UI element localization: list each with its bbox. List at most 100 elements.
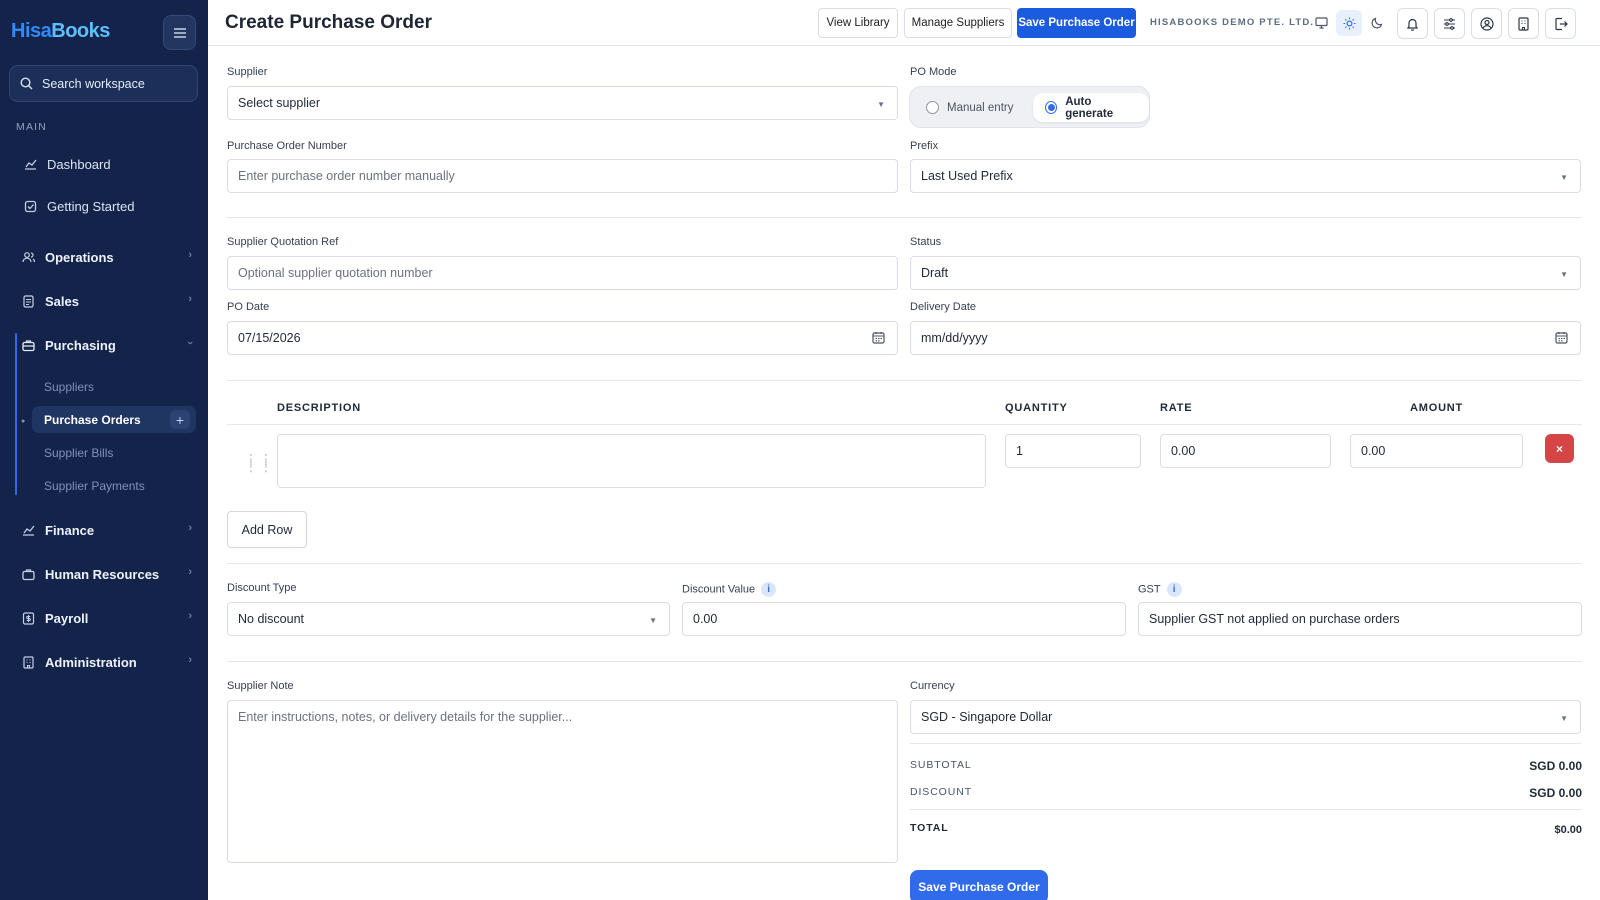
sidebar-item-operations[interactable]: Operations ›	[22, 245, 192, 269]
sidebar-item-human-resources[interactable]: Human Resources ›	[22, 562, 192, 586]
company-switch-button[interactable]	[1508, 8, 1539, 39]
sidebar-item-payroll[interactable]: Payroll ›	[22, 606, 192, 630]
status-label: Status	[910, 236, 942, 248]
po-mode-manual[interactable]: Manual entry	[914, 93, 1025, 122]
sidebar-item-sales[interactable]: Sales ›	[22, 289, 192, 313]
delivery-date-field[interactable]: mm/dd/yyyy	[910, 321, 1581, 355]
sidebar-item-label: Administration	[45, 654, 137, 670]
radio-auto[interactable]	[1045, 101, 1058, 114]
chevron-right-icon: ›	[188, 610, 192, 622]
search-input[interactable]	[42, 76, 182, 91]
bell-icon	[1406, 18, 1419, 31]
sidebar-sub-supplier-payments[interactable]: Supplier Payments	[44, 479, 145, 493]
company-name: HISABOOKS DEMO PTE. LTD.	[1150, 17, 1315, 28]
sun-icon	[1343, 17, 1355, 29]
discount-total-value: SGD 0.00	[1529, 786, 1582, 800]
sidebar-item-administration[interactable]: Administration ›	[22, 650, 192, 674]
po-date-field[interactable]: 07/15/2026	[227, 321, 898, 355]
quotation-input[interactable]	[238, 266, 897, 280]
menu-toggle-button[interactable]	[163, 15, 196, 50]
line-rate-field[interactable]: 0.00	[1160, 434, 1331, 468]
manage-suppliers-button[interactable]: Manage Suppliers	[904, 8, 1012, 38]
settings-sliders-button[interactable]	[1434, 8, 1465, 39]
line-description-input[interactable]	[288, 443, 985, 479]
po-mode-auto[interactable]: Auto generate	[1033, 93, 1149, 122]
supplier-note-input[interactable]	[238, 710, 897, 855]
quotation-field[interactable]	[227, 256, 898, 290]
calendar-icon[interactable]	[1555, 331, 1568, 347]
gst-field: Supplier GST not applied on purchase ord…	[1138, 602, 1582, 636]
po-number-input[interactable]	[238, 169, 897, 183]
active-dot-icon: ●	[21, 418, 26, 425]
sidebar-item-label: Getting Started	[47, 198, 135, 214]
subtotal-label: SUBTOTAL	[910, 759, 972, 771]
hamburger-icon	[173, 27, 186, 38]
add-row-button[interactable]: Add Row	[227, 511, 307, 548]
chevron-down-icon: ›	[184, 341, 197, 345]
items-header-divider	[227, 424, 1582, 425]
totals-divider	[910, 743, 1581, 744]
currency-select[interactable]: SGD - Singapore Dollar ▼	[910, 700, 1581, 734]
currency-value: SGD - Singapore Dollar	[921, 710, 1053, 724]
section-divider	[227, 563, 1582, 564]
sidebar-sub-purchase-orders[interactable]: Purchase Orders +	[32, 406, 196, 433]
theme-dark-button[interactable]	[1364, 10, 1390, 36]
sidebar-item-label: Human Resources	[45, 566, 160, 582]
discount-value-label-wrap: Discount Value i	[682, 582, 777, 597]
prefix-select[interactable]: Last Used Prefix ▼	[910, 159, 1581, 193]
supplier-note-field[interactable]	[227, 700, 898, 863]
gst-label-wrap: GST i	[1138, 582, 1182, 597]
profile-button[interactable]	[1471, 8, 1502, 39]
theme-light-button[interactable]	[1336, 10, 1362, 36]
info-icon[interactable]: i	[1166, 582, 1182, 597]
line-amount-field[interactable]: 0.00	[1350, 434, 1523, 468]
radio-manual[interactable]	[926, 101, 939, 114]
sidebar-sub-label: Purchase Orders	[44, 412, 141, 427]
brand-part-1: Hisa	[11, 20, 52, 42]
top-header: Create Purchase Order View Library Manag…	[208, 0, 1600, 46]
view-library-button[interactable]: View Library	[818, 8, 898, 38]
active-section-indicator	[15, 333, 17, 495]
brand-part-2: Books	[51, 20, 110, 42]
discount-total-label: DISCOUNT	[910, 786, 973, 798]
discount-value-field[interactable]: 0.00	[682, 602, 1126, 636]
po-mode-toggle: Manual entry Auto generate	[909, 86, 1150, 128]
line-description-field[interactable]	[277, 434, 986, 488]
sidebar-item-purchasing[interactable]: Purchasing ›	[22, 333, 196, 357]
save-purchase-order-button[interactable]: Save Purchase Order	[1017, 8, 1136, 38]
po-mode-label: PO Mode	[910, 66, 957, 78]
delete-row-button[interactable]: ×	[1545, 434, 1574, 463]
supplier-select[interactable]: Select supplier ▼	[227, 86, 898, 120]
section-label-main: MAIN	[16, 121, 48, 133]
building-icon	[23, 655, 34, 669]
building-icon	[1518, 16, 1529, 31]
calendar-icon[interactable]	[872, 331, 885, 347]
save-purchase-order-bottom-button[interactable]: Save Purchase Order	[910, 870, 1048, 900]
sidebar-sub-suppliers[interactable]: Suppliers	[44, 380, 94, 394]
sidebar-item-finance[interactable]: Finance ›	[22, 518, 192, 542]
brand-logo[interactable]: HisaBooks	[11, 20, 110, 43]
notifications-button[interactable]	[1397, 8, 1428, 39]
page-title: Create Purchase Order	[225, 12, 432, 33]
discount-type-select[interactable]: No discount ▼	[227, 602, 670, 636]
sidebar-search[interactable]	[9, 65, 198, 102]
prefix-label: Prefix	[910, 140, 939, 152]
status-select[interactable]: Draft ▼	[910, 256, 1581, 290]
supplier-note-label: Supplier Note	[227, 680, 294, 692]
add-purchase-order-icon[interactable]: +	[170, 410, 190, 429]
line-quantity-value: 1	[1016, 444, 1023, 458]
currency-label: Currency	[910, 680, 955, 692]
po-date-value: 07/15/2026	[238, 331, 301, 345]
line-quantity-field[interactable]: 1	[1005, 434, 1141, 468]
theme-system-button[interactable]	[1308, 10, 1334, 36]
info-icon[interactable]: i	[761, 582, 777, 597]
sidebar-item-getting-started[interactable]: Getting Started	[24, 194, 194, 218]
sidebar-sub-supplier-bills[interactable]: Supplier Bills	[44, 446, 113, 460]
discount-value: 0.00	[693, 612, 718, 626]
drag-handle-icon[interactable]: ⋮⋮ ⋮⋮	[244, 452, 274, 473]
po-number-field[interactable]	[227, 159, 898, 193]
logout-icon	[1554, 17, 1568, 30]
logout-button[interactable]	[1545, 8, 1576, 39]
checklist-icon	[24, 200, 37, 212]
sidebar-item-dashboard[interactable]: Dashboard	[24, 152, 194, 176]
